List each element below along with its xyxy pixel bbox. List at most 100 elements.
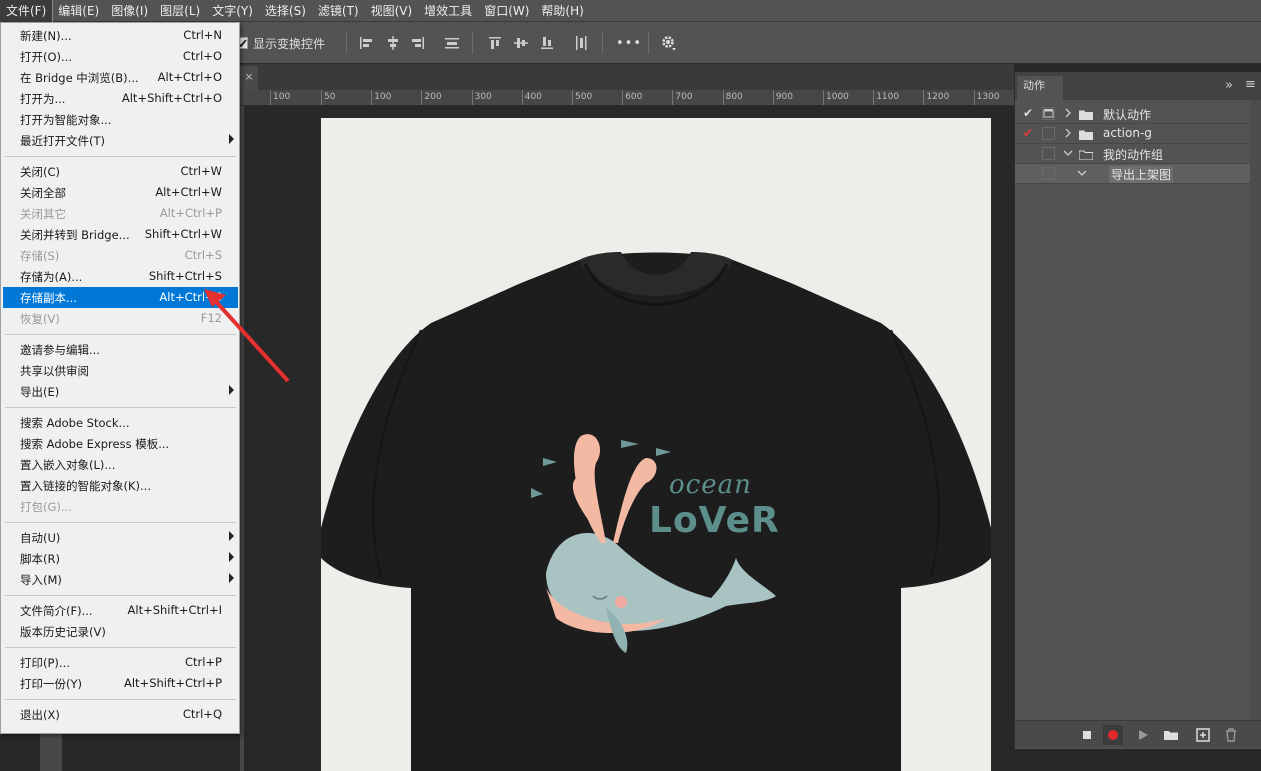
submenu-arrow-icon: [229, 573, 234, 583]
actions-panel-tab[interactable]: 动作: [1017, 76, 1063, 100]
align-vcenter-icon[interactable]: [513, 22, 529, 64]
file-menu-item[interactable]: 关闭全部 Alt+Ctrl+W: [3, 182, 238, 203]
ruler-tick-label: 200: [421, 90, 442, 105]
chevron-down-icon[interactable]: [1063, 148, 1073, 160]
menu-item-label: 关闭并转到 Bridge...: [20, 228, 130, 242]
ruler-tick-label: 50: [321, 90, 335, 105]
file-menu-item[interactable]: 关闭(C) Ctrl+W: [3, 161, 238, 182]
document-canvas[interactable]: ocean LoVeR: [321, 118, 991, 771]
check-icon[interactable]: ✔: [1021, 106, 1035, 120]
chevron-right-icon[interactable]: [1063, 128, 1073, 140]
file-menu-item[interactable]: 置入链接的智能对象(K)...: [3, 475, 238, 496]
action-row[interactable]: ✔ action-g: [1015, 124, 1250, 144]
record-icon[interactable]: [1103, 725, 1123, 745]
file-menu-item[interactable]: 脚本(R): [3, 548, 238, 569]
menu-item-shortcut: Shift+Ctrl+W: [144, 227, 222, 241]
action-row[interactable]: ✔ 默认动作: [1015, 104, 1250, 124]
file-menu-item[interactable]: 关闭并转到 Bridge... Shift+Ctrl+W: [3, 224, 238, 245]
menu-item-label: 最近打开文件(T): [20, 134, 105, 148]
file-menu-item[interactable]: 新建(N)... Ctrl+N: [3, 25, 238, 46]
file-menu-item[interactable]: 打开为... Alt+Shift+Ctrl+O: [3, 88, 238, 109]
menu-item[interactable]: 视图(V): [365, 0, 419, 22]
menu-item-label: 打印一份(Y): [20, 677, 82, 691]
menu-item[interactable]: 窗口(W): [478, 0, 535, 22]
dialog-toggle-box[interactable]: [1042, 107, 1055, 120]
menu-item[interactable]: 文字(Y): [206, 0, 259, 22]
ruler-tick-label: 700: [672, 90, 693, 105]
delete-trash-icon[interactable]: [1221, 725, 1241, 745]
play-icon[interactable]: [1133, 725, 1153, 745]
menu-item-shortcut: Ctrl+S: [184, 248, 222, 262]
menu-separator: [5, 595, 236, 596]
show-transform-control[interactable]: 显示变换控件: [236, 22, 325, 64]
menu-item-shortcut: Alt+Shift+Ctrl+P: [123, 676, 222, 690]
menu-item-shortcut: Alt+Ctrl+W: [155, 185, 222, 199]
actions-panel: 动作 » ≡ ✔ 默认动作 ✔ action-g 我的动作组 导出上架图: [1014, 72, 1261, 749]
menu-item-label: 存储副本...: [20, 291, 77, 305]
menu-item-label: 自动(U): [20, 531, 61, 545]
action-label: action-g: [1103, 126, 1152, 140]
separator: [346, 32, 347, 54]
action-row[interactable]: 我的动作组: [1015, 144, 1250, 164]
new-set-folder-icon[interactable]: [1161, 725, 1181, 745]
menu-item[interactable]: 滤镜(T): [312, 0, 365, 22]
align-hcenter-icon[interactable]: [385, 22, 401, 64]
dialog-toggle-box[interactable]: [1042, 167, 1055, 180]
menu-item[interactable]: 增效工具: [418, 0, 478, 22]
file-menu-item[interactable]: 存储为(A)... Shift+Ctrl+S: [3, 266, 238, 287]
distribute-icon[interactable]: [444, 22, 460, 64]
dialog-toggle-box[interactable]: [1042, 127, 1055, 140]
menu-item-label: 脚本(R): [20, 552, 60, 566]
collapse-icon[interactable]: »: [1225, 78, 1233, 93]
dialog-toggle-box[interactable]: [1042, 147, 1055, 160]
file-menu-item[interactable]: 版本历史记录(V): [3, 621, 238, 642]
more-options-icon[interactable]: •••: [616, 22, 642, 64]
file-menu-item[interactable]: 自动(U): [3, 527, 238, 548]
panel-menu-icon[interactable]: ≡: [1245, 77, 1256, 92]
file-menu-item[interactable]: 导入(M): [3, 569, 238, 590]
actions-panel-scrollbar[interactable]: [1250, 100, 1261, 720]
check-icon[interactable]: ✔: [1021, 126, 1035, 140]
horizontal-ruler: 100 50 100 200 300 400 500 600 700 800 900 1000 1100…: [240, 90, 1014, 106]
file-menu-item[interactable]: 退出(X) Ctrl+Q: [3, 704, 238, 725]
menu-item[interactable]: 选择(S): [259, 0, 312, 22]
file-menu-item[interactable]: 搜索 Adobe Stock...: [3, 412, 238, 433]
file-menu-item[interactable]: 打印(P)... Ctrl+P: [3, 652, 238, 673]
menu-item[interactable]: 编辑(E): [52, 0, 105, 22]
menu-item[interactable]: 图层(L): [154, 0, 206, 22]
menu-item[interactable]: 文件(F): [0, 0, 54, 23]
file-menu-item[interactable]: 打开(O)... Ctrl+O: [3, 46, 238, 67]
action-row[interactable]: 导出上架图: [1015, 164, 1250, 184]
menu-item-label: 打开(O)...: [20, 50, 72, 64]
menu-separator: [5, 647, 236, 648]
align-right-icon[interactable]: [410, 22, 426, 64]
file-menu-item[interactable]: 文件简介(F)... Alt+Shift+Ctrl+I: [3, 600, 238, 621]
gear-icon[interactable]: [660, 22, 678, 64]
file-menu-item[interactable]: 最近打开文件(T): [3, 130, 238, 151]
chevron-right-icon[interactable]: [1063, 108, 1073, 120]
menu-item[interactable]: 图像(I): [105, 0, 154, 22]
action-label: 默认动作: [1103, 108, 1152, 122]
align-left-icon[interactable]: [358, 22, 374, 64]
file-menu-item[interactable]: 打印一份(Y) Alt+Shift+Ctrl+P: [3, 673, 238, 694]
stop-icon[interactable]: [1077, 725, 1097, 745]
align-bottom-icon[interactable]: [539, 22, 555, 64]
file-menu-item: 存储(S) Ctrl+S: [3, 245, 238, 266]
new-action-icon[interactable]: [1193, 725, 1213, 745]
menu-item-label: 导入(M): [20, 573, 62, 587]
ruler-tick-label: 100: [371, 90, 391, 105]
file-menu-item[interactable]: 打开为智能对象...: [3, 109, 238, 130]
ruler-tick-label: 500: [572, 90, 592, 105]
align-top-icon[interactable]: [487, 22, 503, 64]
menu-item-label: 文件简介(F)...: [20, 604, 93, 618]
document-tab-close-icon[interactable]: ×: [240, 66, 258, 90]
file-menu-item[interactable]: 在 Bridge 中浏览(B)... Alt+Ctrl+O: [3, 67, 238, 88]
menu-item-label: 新建(N)...: [20, 29, 72, 43]
distribute-vertical-icon[interactable]: [573, 22, 589, 64]
menu-item-label: 搜索 Adobe Express 模板...: [20, 437, 170, 451]
chevron-down-icon[interactable]: [1077, 168, 1087, 180]
submenu-arrow-icon: [229, 552, 234, 562]
menu-item[interactable]: 帮助(H): [535, 0, 589, 22]
file-menu-item[interactable]: 搜索 Adobe Express 模板...: [3, 433, 238, 454]
file-menu-item[interactable]: 置入嵌入对象(L)...: [3, 454, 238, 475]
